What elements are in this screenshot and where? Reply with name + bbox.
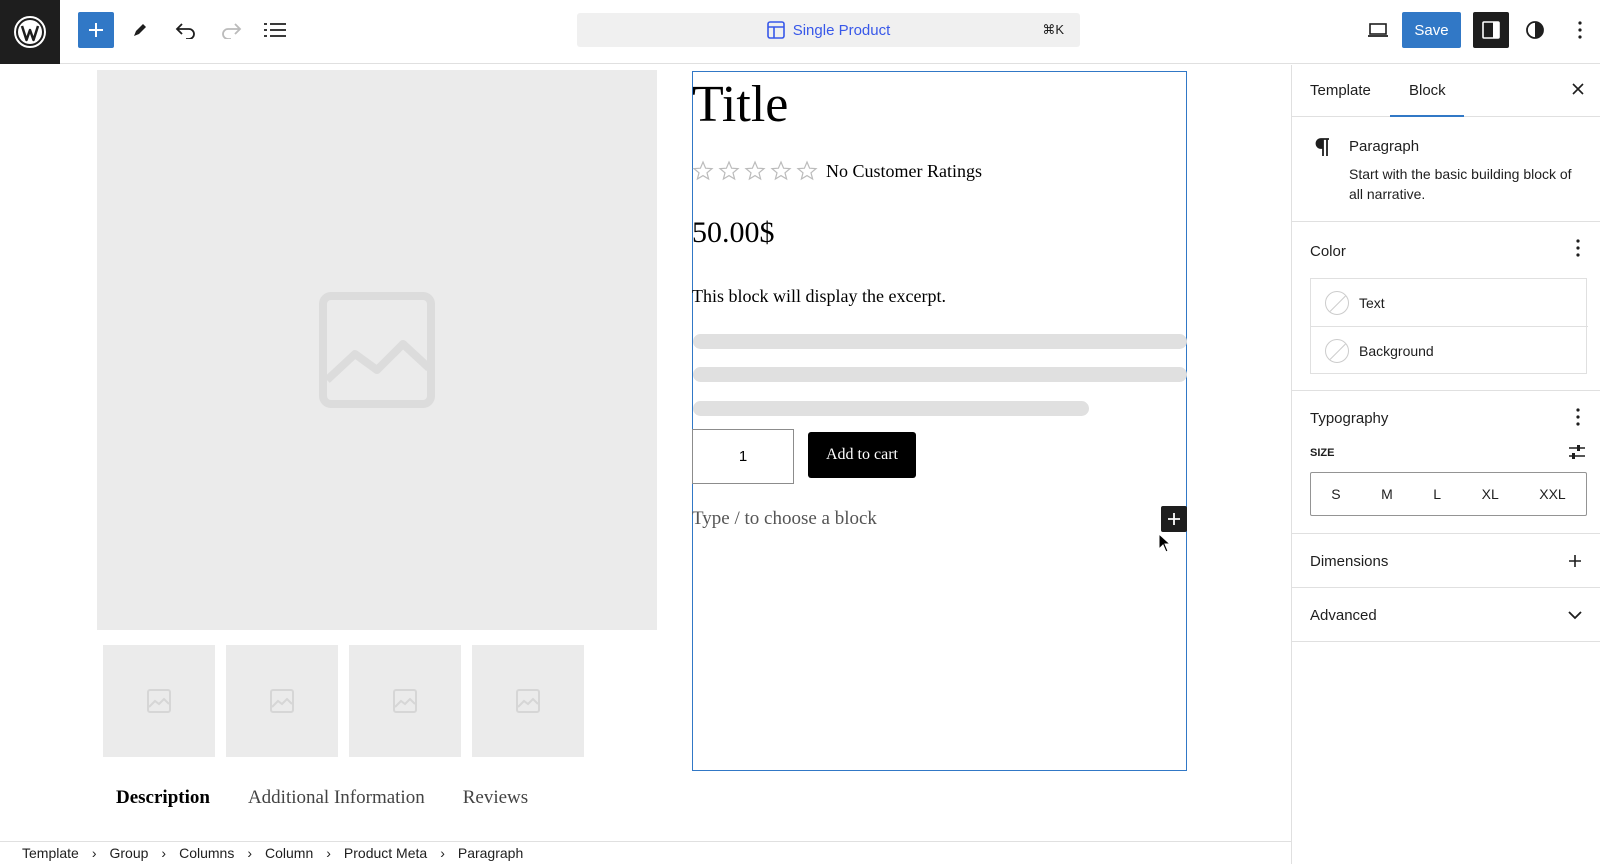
size-option-l[interactable]: L	[1433, 486, 1441, 502]
image-icon	[319, 292, 435, 408]
mouse-cursor-icon	[1158, 533, 1172, 553]
advanced-panel[interactable]: Advanced	[1292, 589, 1600, 642]
star-rating-icon	[692, 160, 818, 181]
product-tabs: Description Additional Information Revie…	[116, 787, 528, 809]
typography-panel: Typography SIZE S M L XL XXL	[1292, 392, 1600, 534]
editor-canvas[interactable]: Title No Customer Ratings 50.00$ This bl…	[0, 65, 1291, 841]
quantity-input[interactable]: 1	[692, 429, 794, 484]
gallery-thumbnail[interactable]	[226, 645, 338, 757]
tab-additional-information[interactable]: Additional Information	[248, 787, 425, 809]
chevron-right-icon: ›	[247, 845, 252, 861]
settings-sidebar: Template Block Paragraph Start with the …	[1291, 65, 1600, 864]
document-overview-icon[interactable]	[257, 12, 293, 48]
command-shortcut: ⌘K	[1042, 22, 1064, 37]
editor-top-bar: Single Product ⌘K Save	[0, 0, 1600, 64]
breadcrumb-item[interactable]: Column	[265, 845, 313, 861]
size-option-xl[interactable]: XL	[1482, 486, 1499, 502]
tab-description[interactable]: Description	[116, 787, 210, 809]
chevron-right-icon: ›	[440, 845, 445, 861]
active-tab-indicator	[1390, 115, 1464, 117]
placeholder-line	[693, 401, 1089, 416]
block-description: Start with the basic building block of a…	[1349, 166, 1572, 202]
color-panel: Color Text Background	[1292, 223, 1600, 391]
breadcrumb-item[interactable]: Columns	[179, 845, 234, 861]
product-price[interactable]: 50.00$	[692, 216, 775, 250]
styles-contrast-icon[interactable]	[1517, 12, 1553, 48]
background-color-label: Background	[1359, 343, 1434, 359]
tab-block[interactable]: Block	[1409, 82, 1446, 99]
text-color-label: Text	[1359, 294, 1385, 311]
add-to-cart-button[interactable]: Add to cart	[808, 432, 916, 478]
block-title: Paragraph	[1349, 138, 1420, 155]
size-label: SIZE	[1310, 447, 1335, 459]
block-breadcrumb: Template › Group › Columns › Column › Produc…	[0, 841, 1291, 864]
typography-panel-title: Typography	[1310, 410, 1389, 427]
add-block-button[interactable]	[78, 12, 114, 48]
image-icon	[147, 689, 171, 713]
advanced-panel-title: Advanced	[1310, 607, 1377, 624]
empty-swatch-icon	[1325, 339, 1349, 363]
device-preview-icon[interactable]	[1360, 12, 1396, 48]
image-icon	[270, 689, 294, 713]
wordpress-logo-icon[interactable]	[0, 0, 60, 64]
save-button[interactable]: Save	[1402, 12, 1461, 48]
breadcrumb-item[interactable]: Template	[22, 845, 79, 861]
plus-icon[interactable]	[1568, 554, 1582, 568]
redo-icon[interactable]	[213, 12, 249, 48]
font-size-picker: S M L XL XXL	[1310, 472, 1587, 516]
breadcrumb-item[interactable]: Group	[109, 845, 148, 861]
placeholder-line	[693, 334, 1187, 349]
product-title[interactable]: Title	[692, 75, 788, 134]
image-icon	[393, 689, 417, 713]
paragraph-icon	[1315, 138, 1329, 156]
block-card: Paragraph Start with the basic building …	[1292, 118, 1600, 222]
placeholder-line	[693, 367, 1187, 382]
size-option-m[interactable]: M	[1381, 486, 1393, 502]
color-options-kebab-icon[interactable]	[1576, 239, 1580, 257]
gallery-thumbnail[interactable]	[472, 645, 584, 757]
image-icon	[516, 689, 540, 713]
block-inserter-button[interactable]	[1161, 506, 1187, 532]
background-color-option[interactable]: Background	[1311, 327, 1588, 375]
product-excerpt[interactable]: This block will display the excerpt.	[692, 286, 946, 307]
block-appender-placeholder[interactable]: Type / to choose a block	[692, 508, 877, 530]
chevron-right-icon: ›	[161, 845, 167, 861]
options-kebab-icon[interactable]	[1562, 12, 1598, 48]
pen-tool-icon[interactable]	[122, 12, 158, 48]
template-title: Single Product	[792, 21, 891, 39]
color-options-group: Text Background	[1310, 278, 1588, 375]
text-color-option[interactable]: Text	[1311, 279, 1588, 327]
custom-size-sliders-icon[interactable]	[1568, 444, 1586, 460]
chevron-right-icon: ›	[91, 845, 97, 861]
gallery-thumbnail[interactable]	[103, 645, 215, 757]
product-rating[interactable]: No Customer Ratings	[692, 160, 982, 182]
plus-icon	[1168, 513, 1180, 525]
layout-icon	[766, 21, 785, 39]
sidebar-tabs: Template Block	[1292, 65, 1600, 117]
undo-icon[interactable]	[168, 12, 204, 48]
typography-options-kebab-icon[interactable]	[1576, 408, 1580, 426]
empty-swatch-icon	[1325, 290, 1349, 315]
rating-label: No Customer Ratings	[826, 160, 982, 181]
tab-template[interactable]: Template	[1310, 82, 1371, 99]
settings-sidebar-toggle-icon[interactable]	[1473, 12, 1509, 48]
dimensions-panel-title: Dimensions	[1310, 553, 1389, 570]
chevron-right-icon: ›	[326, 845, 331, 861]
color-panel-title: Color	[1310, 243, 1346, 260]
gallery-thumbnail[interactable]	[349, 645, 461, 757]
size-option-s[interactable]: S	[1331, 486, 1340, 502]
command-palette-bar[interactable]: Single Product ⌘K	[577, 13, 1080, 47]
chevron-down-icon[interactable]	[1568, 611, 1582, 620]
close-icon[interactable]	[1570, 81, 1586, 97]
dimensions-panel[interactable]: Dimensions	[1292, 535, 1600, 588]
tab-reviews[interactable]: Reviews	[463, 787, 528, 809]
product-image-placeholder[interactable]	[97, 70, 657, 630]
breadcrumb-item[interactable]: Product Meta	[344, 845, 427, 861]
size-option-xxl[interactable]: XXL	[1539, 486, 1565, 502]
breadcrumb-item[interactable]: Paragraph	[458, 845, 523, 861]
